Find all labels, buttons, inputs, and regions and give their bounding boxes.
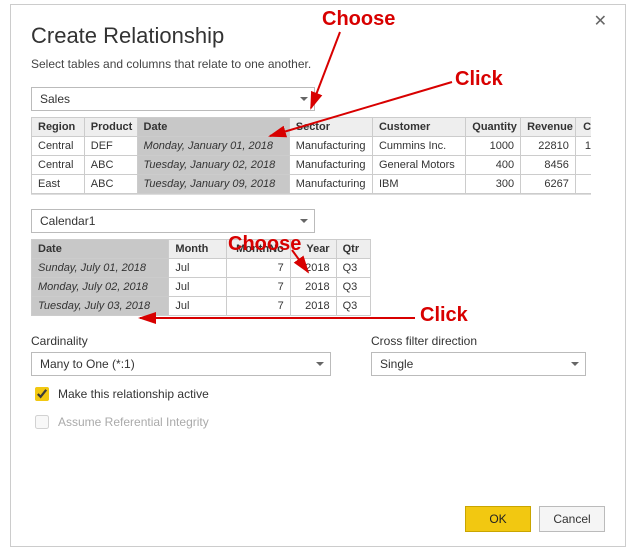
cell[interactable]: 8456 <box>521 156 576 175</box>
ok-button[interactable]: OK <box>465 506 531 532</box>
chevron-down-icon <box>300 97 308 101</box>
table1-scroll[interactable]: RegionProductDateSectorCustomerQuantityR… <box>31 117 591 195</box>
table-row[interactable]: Sunday, July 01, 2018Jul72018Q3 <box>32 259 371 278</box>
cell[interactable]: 6267 <box>521 175 576 194</box>
table-row[interactable]: Monday, July 02, 2018Jul72018Q3 <box>32 278 371 297</box>
chevron-down-icon <box>300 219 308 223</box>
table1-col-revenue[interactable]: Revenue <box>521 118 576 137</box>
cell[interactable]: ABC <box>84 156 137 175</box>
table1-dropdown[interactable]: Sales <box>31 87 315 111</box>
options-row: Cardinality Many to One (*:1) Cross filt… <box>31 334 605 376</box>
cell[interactable]: 2541 <box>575 175 591 194</box>
cell[interactable]: Monday, January 01, 2018 <box>137 137 289 156</box>
table2-dropdown-value: Calendar1 <box>40 210 95 232</box>
crossfilter-label: Cross filter direction <box>371 334 586 348</box>
referential-check-row: Assume Referential Integrity <box>31 412 605 432</box>
cell[interactable]: 2018 <box>290 297 336 316</box>
cardinality-label: Cardinality <box>31 334 331 348</box>
chevron-down-icon <box>316 362 324 366</box>
cell[interactable]: Jul <box>169 297 226 316</box>
table1-col-quantity[interactable]: Quantity <box>466 118 521 137</box>
table-row[interactable]: Tuesday, July 03, 2018Jul72018Q3 <box>32 297 371 316</box>
cell[interactable]: Manufacturing <box>289 175 372 194</box>
cell[interactable]: Central <box>32 156 85 175</box>
table-row[interactable]: CentralABCTuesday, January 02, 2018Manuf… <box>32 156 592 175</box>
create-relationship-dialog: ✕ Create Relationship Select tables and … <box>10 4 626 547</box>
cardinality-value: Many to One (*:1) <box>40 353 135 375</box>
dialog-subtitle: Select tables and columns that relate to… <box>31 57 605 71</box>
table2-col-date[interactable]: Date <box>32 240 169 259</box>
referential-checkbox[interactable] <box>35 415 49 429</box>
active-checkbox[interactable] <box>35 387 49 401</box>
close-icon[interactable]: ✕ <box>594 11 607 31</box>
table2-header-row: DateMonthMonthNoYearQtr <box>32 240 371 259</box>
cell[interactable]: 7 <box>226 259 290 278</box>
table1-col-cogs[interactable]: COGS <box>575 118 591 137</box>
cell[interactable]: 7 <box>226 297 290 316</box>
cardinality-dropdown[interactable]: Many to One (*:1) <box>31 352 331 376</box>
cell[interactable]: IBM <box>372 175 465 194</box>
cell[interactable]: East <box>32 175 85 194</box>
dialog-buttons: OK Cancel <box>465 506 605 532</box>
cell[interactable]: Tuesday, January 09, 2018 <box>137 175 289 194</box>
dialog-title: Create Relationship <box>31 23 605 49</box>
active-check-row: Make this relationship active <box>31 384 605 404</box>
chevron-down-icon <box>571 362 579 366</box>
table1: RegionProductDateSectorCustomerQuantityR… <box>31 117 591 194</box>
cell[interactable]: Jul <box>169 259 226 278</box>
cell[interactable]: Q3 <box>336 297 370 316</box>
cell[interactable]: 22810 <box>521 137 576 156</box>
table2-col-year[interactable]: Year <box>290 240 336 259</box>
cell[interactable]: DEF <box>84 137 137 156</box>
cell[interactable]: General Motors <box>372 156 465 175</box>
table1-col-region[interactable]: Region <box>32 118 85 137</box>
referential-check-label: Assume Referential Integrity <box>58 415 209 429</box>
cell[interactable]: Tuesday, January 02, 2018 <box>137 156 289 175</box>
cell[interactable]: 2018 <box>290 259 336 278</box>
cell[interactable]: Manufacturing <box>289 156 372 175</box>
cell[interactable]: Q3 <box>336 278 370 297</box>
cell[interactable]: Tuesday, July 03, 2018 <box>32 297 169 316</box>
cell[interactable]: 300 <box>466 175 521 194</box>
cancel-button[interactable]: Cancel <box>539 506 605 532</box>
table1-dropdown-value: Sales <box>40 88 70 110</box>
cell[interactable]: Jul <box>169 278 226 297</box>
cell[interactable]: 2018 <box>290 278 336 297</box>
cell[interactable]: Cummins Inc. <box>372 137 465 156</box>
cell[interactable]: Central <box>32 137 85 156</box>
table2: DateMonthMonthNoYearQtr Sunday, July 01,… <box>31 239 371 316</box>
cell[interactable]: 3388 <box>575 156 591 175</box>
cell[interactable]: Q3 <box>336 259 370 278</box>
active-check-label: Make this relationship active <box>58 387 209 401</box>
table1-col-product[interactable]: Product <box>84 118 137 137</box>
table2-dropdown[interactable]: Calendar1 <box>31 209 315 233</box>
table1-col-customer[interactable]: Customer <box>372 118 465 137</box>
table2-col-qtr[interactable]: Qtr <box>336 240 370 259</box>
table-row[interactable]: CentralDEFMonday, January 01, 2018Manufa… <box>32 137 592 156</box>
cell[interactable]: Monday, July 02, 2018 <box>32 278 169 297</box>
cell[interactable]: ABC <box>84 175 137 194</box>
table2-col-month[interactable]: Month <box>169 240 226 259</box>
table1-header-row: RegionProductDateSectorCustomerQuantityR… <box>32 118 592 137</box>
crossfilter-dropdown[interactable]: Single <box>371 352 586 376</box>
cell[interactable]: 10220 <box>575 137 591 156</box>
cell[interactable]: 400 <box>466 156 521 175</box>
crossfilter-value: Single <box>380 353 413 375</box>
cell[interactable]: 7 <box>226 278 290 297</box>
table2-col-monthno[interactable]: MonthNo <box>226 240 290 259</box>
cell[interactable]: 1000 <box>466 137 521 156</box>
table1-col-sector[interactable]: Sector <box>289 118 372 137</box>
cell[interactable]: Manufacturing <box>289 137 372 156</box>
table-row[interactable]: EastABCTuesday, January 09, 2018Manufact… <box>32 175 592 194</box>
table1-col-date[interactable]: Date <box>137 118 289 137</box>
cell[interactable]: Sunday, July 01, 2018 <box>32 259 169 278</box>
